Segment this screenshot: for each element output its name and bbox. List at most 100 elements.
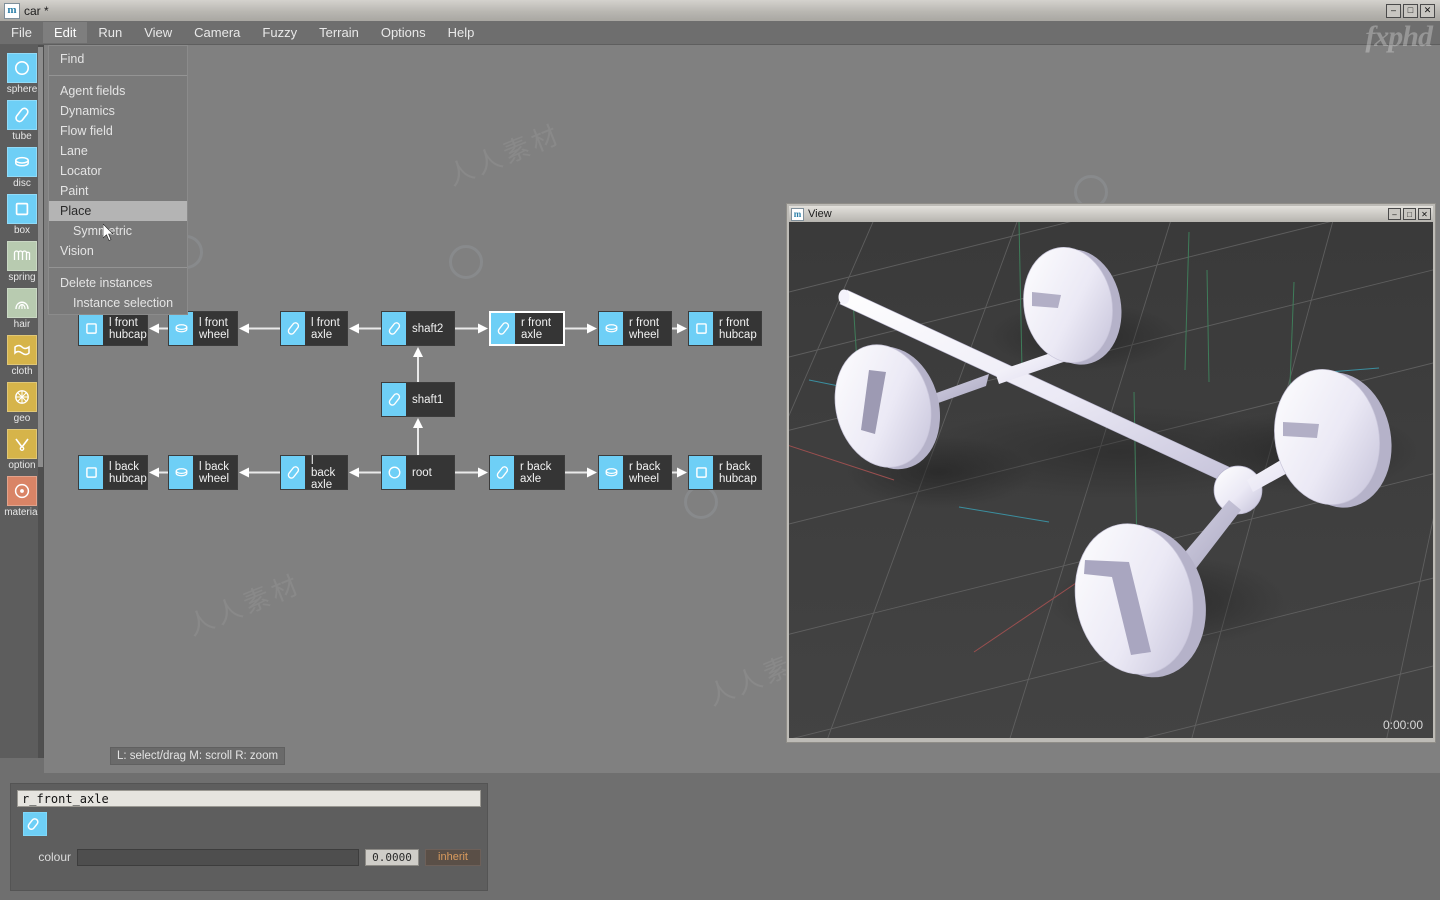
mouse-cursor-icon (103, 224, 114, 241)
viewport-3d[interactable]: 0:00:00 (789, 222, 1433, 738)
tube-icon (382, 312, 406, 345)
menu-item-flow-field[interactable]: Flow field (49, 121, 187, 141)
window-controls: – □ ✕ (1386, 3, 1438, 18)
menu-options[interactable]: Options (370, 22, 437, 43)
node-label: shaft1 (412, 393, 444, 406)
tube-icon (490, 456, 514, 489)
node-label: l back wheel (199, 460, 230, 485)
menu-help[interactable]: Help (437, 22, 486, 43)
tool-label: material (4, 507, 40, 518)
menu-bar: File Edit Run View Camera Fuzzy Terrain … (0, 21, 1440, 45)
node-label: l front axle (311, 316, 340, 341)
maximize-icon[interactable]: □ (1403, 3, 1418, 18)
menu-item-locator[interactable]: Locator (49, 161, 187, 181)
disc-icon (169, 456, 193, 489)
menu-item-lane[interactable]: Lane (49, 141, 187, 161)
node-r_back_hubcap[interactable]: r back hubcap (688, 455, 762, 490)
node-r_front_axle[interactable]: r front axle (489, 311, 565, 346)
node-r_back_axle[interactable]: r back axle (489, 455, 565, 490)
tube-icon (382, 383, 406, 416)
view-maximize-icon[interactable]: □ (1403, 208, 1416, 220)
minimize-icon[interactable]: – (1386, 3, 1401, 18)
menu-item-paint[interactable]: Paint (49, 181, 187, 201)
menu-item-delete-instances[interactable]: Delete instances (49, 273, 187, 293)
tool-label: spring (8, 272, 36, 283)
node-shaft1[interactable]: shaft1 (381, 382, 455, 417)
hair-icon (7, 288, 37, 318)
node-shaft2[interactable]: shaft2 (381, 311, 455, 346)
tube-icon (281, 456, 305, 489)
graph-mouse-hint: L: select/drag M: scroll R: zoom (110, 747, 286, 765)
node-l_back_axle[interactable]: l back axle (280, 454, 348, 491)
tool-label: hair (13, 319, 31, 330)
sphere-icon (7, 53, 37, 83)
tool-label: box (13, 225, 31, 236)
menu-item-vision[interactable]: Vision (49, 241, 187, 261)
edit-dropdown-menu: Find Agent fields Dynamics Flow field Lane Lo… (48, 45, 188, 315)
node-l_front_wheel[interactable]: l front wheel (168, 311, 238, 346)
colour-value[interactable]: 0.0000 (365, 848, 419, 866)
bottom-bar: r_front_axle colour 0.0000 inherit shape… (0, 773, 1440, 900)
title-bar: m car * – □ ✕ (0, 0, 1440, 21)
node-label: root (412, 466, 432, 479)
view-window: m View – □ ✕ 0:00:00 (786, 203, 1436, 743)
disc-icon (169, 312, 193, 345)
box-icon (689, 456, 713, 489)
toolbar-scrollbar[interactable] (38, 45, 43, 758)
geo-icon (7, 382, 37, 412)
tool-label: geo (13, 413, 31, 424)
box-icon (79, 456, 103, 489)
menu-run[interactable]: Run (87, 22, 133, 43)
node-name-input[interactable]: r_front_axle (17, 790, 481, 807)
menu-item-place[interactable]: Place (49, 201, 187, 221)
node-l_front_hubcap[interactable]: l front hubcap (78, 311, 148, 346)
cloth-icon (7, 335, 37, 365)
node-r_front_wheel[interactable]: r front wheel (598, 311, 672, 346)
tool-label: tube (12, 131, 32, 142)
tube-icon[interactable] (23, 812, 47, 836)
node-r_back_wheel[interactable]: r back wheel (598, 455, 672, 490)
menu-fuzzy[interactable]: Fuzzy (251, 22, 308, 43)
box-icon (7, 194, 37, 224)
inherit-button[interactable]: inherit (425, 848, 481, 866)
app-logo-icon: m (4, 2, 20, 19)
node-label: r back axle (520, 460, 552, 485)
node-label: r front hubcap (719, 316, 757, 341)
menu-terrain[interactable]: Terrain (308, 22, 370, 43)
node-l_back_hubcap[interactable]: l back hubcap (78, 455, 148, 490)
tube-icon (7, 100, 37, 130)
menu-item-find[interactable]: Find (49, 49, 187, 69)
menu-edit[interactable]: Edit (42, 22, 88, 43)
node-root[interactable]: root (381, 455, 455, 490)
colour-label: colour (38, 850, 71, 864)
close-icon[interactable]: ✕ (1420, 3, 1435, 18)
node-label: r front wheel (629, 316, 660, 341)
shape-attribute-panel: r_front_axle colour 0.0000 inherit (10, 783, 488, 891)
node-label: l back hubcap (109, 460, 147, 485)
box-icon (689, 312, 713, 345)
menu-item-agent-fields[interactable]: Agent fields (49, 81, 187, 101)
left-toolbar: sphere tube disc box spring hair cloth geo optio… (0, 45, 44, 758)
menu-item-symmetric[interactable]: Symmetric (49, 221, 187, 241)
node-label: l back axle (311, 454, 336, 491)
menu-file[interactable]: File (0, 22, 43, 43)
menu-camera[interactable]: Camera (183, 22, 251, 43)
colour-row: colour 0.0000 inherit (21, 846, 481, 868)
view-minimize-icon[interactable]: – (1388, 208, 1401, 220)
node-r_front_hubcap[interactable]: r front hubcap (688, 311, 762, 346)
tube-icon (491, 313, 515, 344)
node-l_back_wheel[interactable]: l back wheel (168, 455, 238, 490)
material-icon (7, 476, 37, 506)
view-window-titlebar: m View – □ ✕ (789, 206, 1433, 222)
node-l_front_axle[interactable]: l front axle (280, 311, 348, 346)
view-close-icon[interactable]: ✕ (1418, 208, 1431, 220)
box-icon (79, 312, 103, 345)
disc-icon (599, 312, 623, 345)
tool-label: cloth (11, 366, 33, 377)
menu-item-instance-selection[interactable]: Instance selection (49, 293, 187, 313)
colour-slider[interactable] (77, 848, 359, 866)
menu-view[interactable]: View (133, 22, 183, 43)
view-window-title: View (808, 208, 832, 220)
menu-item-dynamics[interactable]: Dynamics (49, 101, 187, 121)
disc-icon (7, 147, 37, 177)
